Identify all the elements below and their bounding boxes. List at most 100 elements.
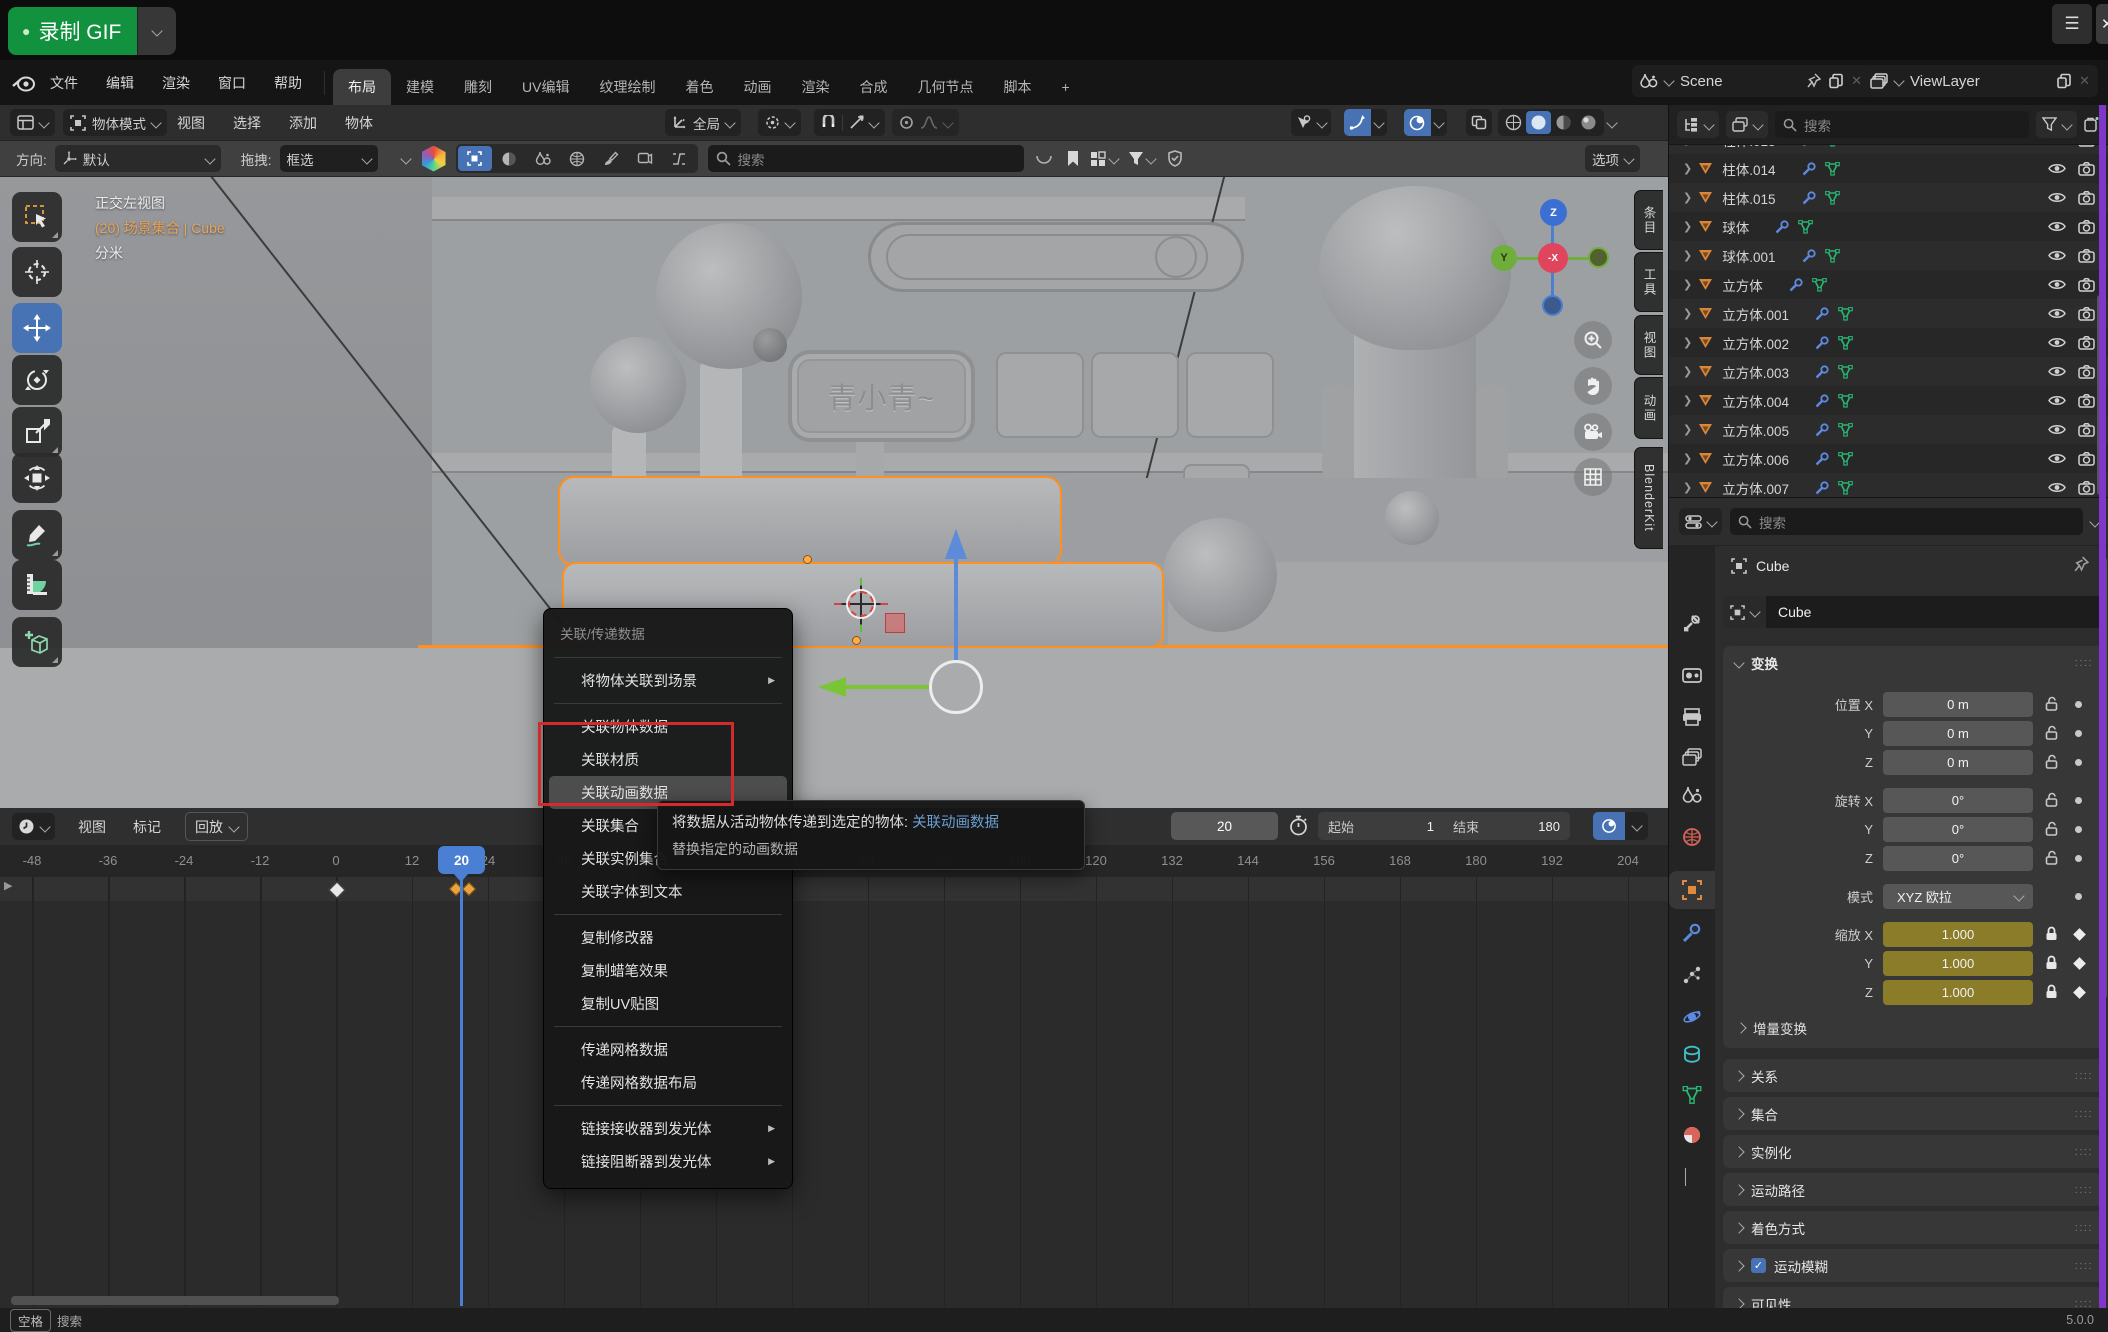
proportional-editing[interactable] — [892, 109, 959, 136]
expand-chevron-icon[interactable]: ❯ — [1683, 249, 1692, 262]
properties-tab-view-layer[interactable] — [1669, 738, 1715, 776]
camera-visibility-icon[interactable] — [2078, 394, 2095, 408]
viewport-menu-视图[interactable]: 视图 — [177, 113, 205, 133]
sidebar-tab-animation[interactable]: 动画 — [1634, 377, 1663, 439]
tool-select-box[interactable] — [12, 192, 62, 242]
mesh-data-icon[interactable] — [1838, 481, 1853, 495]
timeline-menu-playback[interactable]: 回放 — [185, 812, 248, 841]
properties-tabs-overflow-chevron[interactable] — [1685, 1168, 1686, 1186]
checkbox-checked-icon[interactable]: ✓ — [1751, 1258, 1766, 1273]
properties-tab-particles[interactable] — [1669, 956, 1715, 994]
overlays-dropdown[interactable] — [1431, 109, 1447, 136]
viewlayer-selector[interactable]: ViewLayer ✕ — [1862, 65, 2098, 97]
lock-closed-icon[interactable] — [2045, 955, 2058, 970]
pan-hand-button[interactable] — [1574, 367, 1612, 405]
transform-panel-header[interactable]: 变换 :::: — [1723, 646, 2105, 679]
object-name[interactable]: 立方体.002 — [1722, 333, 1789, 353]
transform-value-field[interactable]: 1.000 — [1883, 951, 2033, 976]
frame-start-field[interactable]: 起始 1 — [1318, 812, 1463, 840]
modifier-wrench-icon[interactable] — [1802, 249, 1816, 263]
panel-着色方式[interactable]: 着色方式:::: — [1723, 1211, 2105, 1244]
asset-type-model-button[interactable] — [458, 146, 492, 171]
viewport-menu-选择[interactable]: 选择 — [233, 113, 261, 133]
topbar-menu-窗口[interactable]: 窗口 — [204, 60, 260, 105]
drag-dropdown[interactable]: 框选 — [280, 145, 378, 172]
hide-eye-icon[interactable] — [2048, 365, 2066, 378]
camera-visibility-icon[interactable] — [2078, 191, 2095, 205]
expand-chevron-icon[interactable]: ❯ — [1683, 481, 1692, 494]
hide-eye-icon[interactable] — [2048, 452, 2066, 465]
mesh-data-icon[interactable] — [1838, 423, 1853, 437]
properties-tab-constraints[interactable] — [1669, 1036, 1715, 1074]
object-name[interactable]: 立方体.007 — [1722, 478, 1789, 498]
navgizmo-neg-z-ball[interactable] — [1542, 295, 1563, 316]
outliner-search-input[interactable]: 搜索 — [1775, 111, 2029, 138]
keyframe-diamond-icon[interactable] — [2073, 928, 2086, 941]
topbar-menu-帮助[interactable]: 帮助 — [260, 60, 316, 105]
workspace-tab[interactable]: 动画 — [728, 69, 786, 105]
tool-measure[interactable] — [12, 560, 62, 610]
lock-closed-icon[interactable] — [2045, 926, 2058, 941]
gizmos-toggle[interactable] — [1344, 109, 1371, 136]
mesh-data-icon[interactable] — [1838, 307, 1853, 321]
panel-grip[interactable]: :::: — [2075, 1070, 2093, 1082]
outliner-row[interactable]: ❯立方体.003 — [1669, 357, 2108, 386]
sidebar-tab-view[interactable]: 视图 — [1634, 315, 1663, 375]
properties-tab-material[interactable] — [1669, 1116, 1715, 1154]
modifier-wrench-icon[interactable] — [1815, 394, 1829, 408]
viewport-menu-添加[interactable]: 添加 — [289, 113, 317, 133]
lock-open-icon[interactable] — [2045, 821, 2058, 836]
panel-关系[interactable]: 关系:::: — [1723, 1059, 2105, 1092]
gizmo-x-arrow[interactable] — [818, 677, 846, 697]
tool-add-cube[interactable] — [12, 617, 62, 667]
record-gif-dropdown[interactable] — [137, 7, 176, 55]
outliner-collection-filter[interactable] — [1726, 111, 1768, 138]
properties-search-input[interactable]: 搜索 — [1730, 508, 2083, 535]
tool-transform[interactable] — [12, 453, 62, 503]
hide-eye-icon[interactable] — [2048, 278, 2066, 291]
expand-chevron-icon[interactable]: ❯ — [1683, 220, 1692, 233]
workspace-tab[interactable]: 纹理绘制 — [584, 69, 670, 105]
object-name[interactable]: 立方体.006 — [1722, 449, 1789, 469]
modifier-wrench-icon[interactable] — [1815, 423, 1829, 437]
camera-visibility-icon[interactable] — [2078, 336, 2095, 350]
lock-closed-icon[interactable] — [2045, 984, 2058, 999]
camera-visibility-icon[interactable] — [2078, 307, 2095, 321]
mesh-data-icon[interactable] — [1812, 278, 1827, 292]
keyframe-diamond-icon[interactable] — [2073, 986, 2086, 999]
blenderkit-logo-icon[interactable] — [422, 146, 446, 172]
transform-value-field[interactable]: 0° — [1883, 788, 2033, 813]
mesh-data-icon[interactable] — [1825, 249, 1840, 263]
topbar-menu-文件[interactable]: 文件 — [36, 60, 92, 105]
navgizmo-x-ball[interactable]: -X — [1538, 243, 1568, 273]
lock-open-icon[interactable] — [2045, 850, 2058, 865]
xray-toggle[interactable] — [1466, 109, 1492, 136]
transform-value-field[interactable]: 1.000 — [1883, 980, 2033, 1005]
options-dropdown[interactable]: 选项 — [1585, 145, 1640, 172]
properties-tab-render[interactable] — [1669, 656, 1715, 694]
hide-eye-icon[interactable] — [2048, 191, 2066, 204]
outliner-row[interactable]: ❯ 球体.001 — [1669, 241, 2108, 270]
expand-chevron-icon[interactable]: ❯ — [1683, 394, 1692, 407]
channel-expand-arrow[interactable]: ▶ — [4, 879, 12, 892]
camera-visibility-icon[interactable] — [2078, 452, 2095, 466]
scene-selector[interactable]: Scene ✕ — [1632, 65, 1870, 97]
expand-chevron-icon[interactable]: ❯ — [1683, 423, 1692, 436]
tool-move[interactable] — [12, 303, 62, 353]
object-id-dropdown[interactable] — [1723, 596, 1766, 628]
asset-type-material-button[interactable] — [492, 151, 526, 167]
3d-viewport[interactable]: 青小青~ Z Y -X 正交左视图 (20) 场景集合 | Cube 分米 — [0, 105, 1668, 808]
mesh-data-icon[interactable] — [1825, 162, 1840, 176]
object-name[interactable]: 球体.001 — [1722, 246, 1775, 266]
workspace-tab[interactable]: 渲染 — [786, 69, 844, 105]
properties-tab-output[interactable] — [1669, 698, 1715, 736]
sidebar-tab-item[interactable]: 条目 — [1634, 190, 1663, 250]
animate-dot-icon[interactable] — [2075, 826, 2082, 833]
blenderkit-list-dropdown[interactable] — [1090, 151, 1118, 167]
expand-chevron-icon[interactable]: ❯ — [1683, 162, 1692, 175]
modifier-wrench-icon[interactable] — [1815, 481, 1829, 495]
properties-tab-scene[interactable] — [1669, 776, 1715, 814]
gizmo-z-stem[interactable] — [954, 558, 958, 660]
expand-chevron-icon[interactable]: ❯ — [1683, 278, 1692, 291]
shading-solid-button[interactable] — [1526, 111, 1551, 134]
